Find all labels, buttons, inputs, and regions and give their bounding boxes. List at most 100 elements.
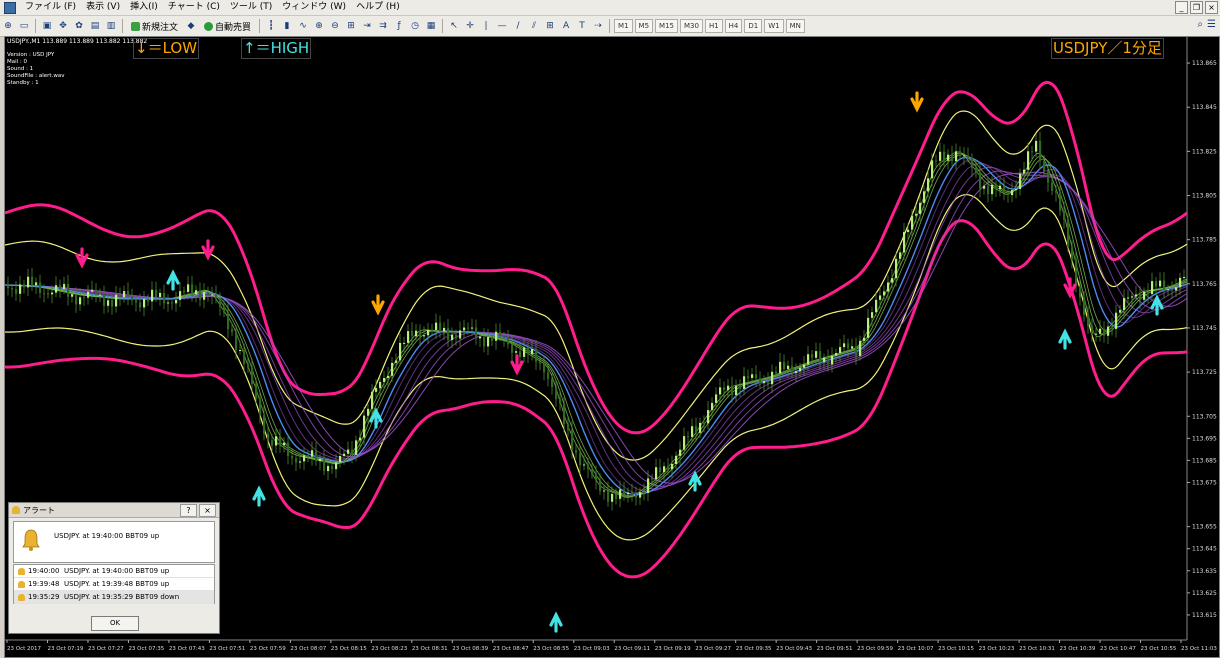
timeframe-m15[interactable]: M15 (655, 19, 678, 33)
search-icon[interactable]: ⌕ (1197, 19, 1203, 30)
community-icon[interactable]: ☰ (1207, 19, 1216, 30)
zoom-in-icon[interactable]: ⊕ (312, 18, 326, 34)
close-button[interactable]: × (1205, 1, 1218, 14)
templates-icon[interactable]: ▦ (424, 18, 438, 34)
candle-body (399, 342, 402, 361)
y-tick-label: 113.685 (1192, 457, 1217, 464)
alert-row[interactable]: 19:39:48 USDJPY. at 19:39:48 BBT09 up (14, 578, 214, 591)
chart-shift-icon[interactable]: ⇥ (360, 18, 374, 34)
horizontal-line-tool[interactable]: — (495, 18, 509, 34)
candle-body (167, 302, 170, 304)
minimize-button[interactable]: _ (1175, 1, 1188, 14)
candle-body (35, 282, 38, 286)
candle-body (651, 478, 654, 480)
tile-windows-icon[interactable]: ⊞ (344, 18, 358, 34)
bar-chart-icon[interactable]: ┇ (264, 18, 278, 34)
candle-body (527, 347, 530, 355)
menu-help[interactable]: ヘルプ (H) (351, 0, 405, 15)
crosshair-icon[interactable]: ✛ (463, 18, 477, 34)
text-tool[interactable]: A (559, 18, 573, 34)
timeframe-m5[interactable]: M5 (634, 19, 654, 33)
restore-button[interactable]: ❐ (1190, 1, 1203, 14)
tester-icon[interactable]: ▥ (104, 18, 118, 34)
candle-body (379, 381, 382, 389)
menu-view[interactable]: 表示 (V) (81, 0, 125, 15)
zoom-out-icon[interactable]: ⊖ (328, 18, 342, 34)
chart-title: USDJPY／1分足 (1051, 38, 1164, 59)
timeframe-m30[interactable]: M30 (679, 19, 703, 33)
profiles-icon[interactable]: ▭ (17, 18, 31, 34)
timeframe-m1[interactable]: M1 (614, 19, 633, 33)
y-tick-label: 113.785 (1192, 237, 1217, 244)
high-signal-arrow (1058, 328, 1072, 350)
channel-tool[interactable]: ⫽ (527, 18, 541, 34)
timeframe-h4[interactable]: H4 (724, 19, 743, 33)
candle-body (163, 292, 166, 304)
candle-body (387, 375, 390, 378)
candle-body (491, 337, 494, 341)
cursor-icon[interactable]: ↖ (447, 18, 461, 34)
timeframe-h1[interactable]: H1 (704, 19, 723, 33)
help-button[interactable]: ? (180, 504, 197, 517)
candle-body (1171, 289, 1174, 291)
alert-dialog[interactable]: アラート ? × USDJPY. at 19:40:00 BBT09 up 19… (8, 502, 220, 634)
timeframe-mn[interactable]: MN (785, 19, 805, 33)
candle-body (303, 455, 306, 462)
auto-scroll-icon[interactable]: ⇉ (376, 18, 390, 34)
candle-body (975, 167, 978, 173)
timeframe-d1[interactable]: D1 (744, 19, 763, 33)
menu-insert[interactable]: 挿入(I) (125, 0, 163, 15)
menu-tools[interactable]: ツール (T) (225, 0, 277, 15)
candle-body (855, 346, 858, 356)
new-chart-icon[interactable]: ⊕ (1, 18, 15, 34)
menu-file[interactable]: ファイル (F) (20, 0, 81, 15)
alert-list[interactable]: 19:40:00 USDJPY. at 19:40:00 BBT09 up 19:… (13, 564, 215, 604)
candle-body (591, 469, 594, 475)
candle-body (191, 284, 194, 295)
candle-body (1103, 328, 1106, 336)
vertical-line-tool[interactable]: | (479, 18, 493, 34)
candle-body (139, 302, 142, 308)
candle-body (567, 424, 570, 431)
purple-ma-line (5, 166, 1188, 490)
market-watch-icon[interactable]: ▣ (40, 18, 54, 34)
fibonacci-tool[interactable]: ⊞ (543, 18, 557, 34)
x-tick-label: 23 Oct 08:07 (290, 646, 326, 652)
candle-body (1055, 190, 1058, 193)
alert-row[interactable]: 19:35:29 USDJPY. at 19:35:29 BBT09 down (14, 591, 214, 604)
indicators-icon[interactable]: ƒ (392, 18, 406, 34)
auto-trading-icon (204, 21, 214, 31)
ok-button[interactable]: OK (91, 616, 139, 631)
candle-body (783, 361, 786, 370)
candle-body (243, 350, 246, 364)
candlestick-icon[interactable]: ▮ (280, 18, 294, 34)
candle-body (19, 284, 22, 294)
line-chart-icon[interactable]: ∿ (296, 18, 310, 34)
new-order-button[interactable]: 新規注文 (127, 17, 182, 35)
candle-body (947, 154, 950, 161)
menu-chart[interactable]: チャート (C) (163, 0, 225, 15)
terminal-icon[interactable]: ▤ (88, 18, 102, 34)
menu-window[interactable]: ウィンドウ (W) (277, 0, 351, 15)
metaeditor-icon[interactable]: ◆ (184, 18, 198, 34)
candle-body (267, 433, 270, 441)
candle-body (555, 387, 558, 400)
candle-body (583, 464, 586, 466)
candle-body (711, 402, 714, 411)
auto-trading-button[interactable]: 自動売買 (200, 17, 255, 35)
text-label-tool[interactable]: T (575, 18, 589, 34)
navigator-icon[interactable]: ✿ (72, 18, 86, 34)
arrows-tool-icon[interactable]: ⇢ (591, 18, 605, 34)
alert-close-button[interactable]: × (199, 504, 216, 517)
candle-body (1063, 210, 1066, 220)
x-tick-label: 23 Oct 09:19 (655, 646, 691, 652)
candle-body (311, 450, 314, 457)
alert-row[interactable]: 19:40:00 USDJPY. at 19:40:00 BBT09 up (14, 565, 214, 578)
alert-row-time: 19:35:29 (28, 593, 60, 601)
data-window-icon[interactable]: ✥ (56, 18, 70, 34)
trendline-tool[interactable]: / (511, 18, 525, 34)
timeframe-w1[interactable]: W1 (764, 19, 784, 33)
candle-body (1179, 277, 1182, 288)
periods-icon[interactable]: ◷ (408, 18, 422, 34)
x-tick-label: 23 Oct 08:55 (533, 646, 569, 652)
